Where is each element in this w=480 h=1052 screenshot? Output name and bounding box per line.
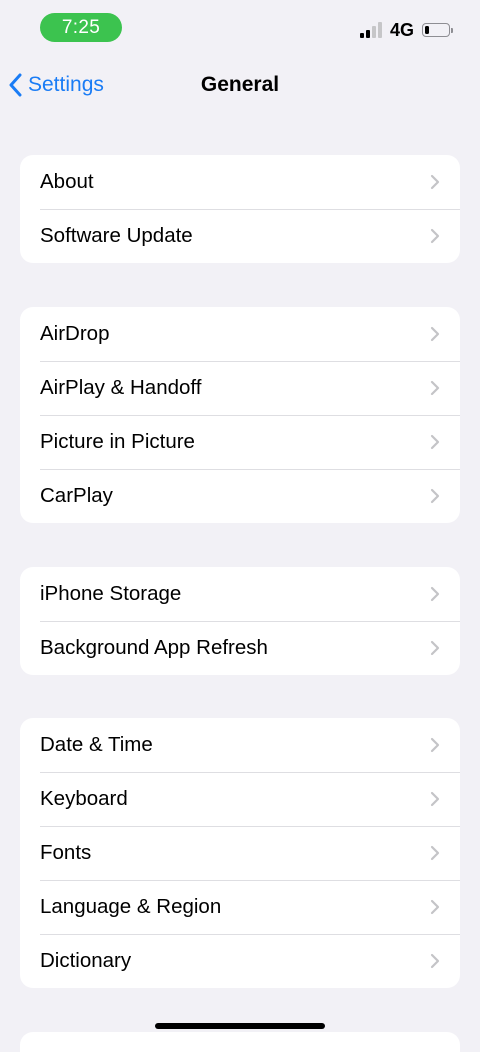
chevron-right-icon (430, 174, 440, 190)
settings-row-airdrop[interactable]: AirDrop (20, 307, 460, 361)
row-label: Dictionary (40, 949, 132, 972)
status-indicators: 4G (359, 20, 453, 40)
settings-row-software-update[interactable]: Software Update (20, 209, 460, 263)
settings-group-next (20, 1032, 460, 1052)
settings-group-connectivity: AirDrop AirPlay & Handoff Picture in Pic… (20, 307, 460, 523)
chevron-right-icon (430, 845, 440, 861)
chevron-right-icon (430, 488, 440, 504)
battery-icon (422, 23, 453, 37)
cellular-signal-icon (359, 22, 382, 38)
chevron-right-icon (430, 380, 440, 396)
settings-row-dictionary[interactable]: Dictionary (20, 934, 460, 988)
settings-row-keyboard[interactable]: Keyboard (20, 772, 460, 826)
settings-group-storage: iPhone Storage Background App Refresh (20, 567, 460, 675)
settings-group-locale: Date & Time Keyboard Fonts Language & Re… (20, 718, 460, 988)
settings-row-fonts[interactable]: Fonts (20, 826, 460, 880)
chevron-right-icon (430, 640, 440, 656)
row-label: AirPlay & Handoff (40, 376, 202, 399)
battery-level (425, 26, 429, 34)
network-type: 4G (389, 20, 414, 40)
settings-row-picture-in-picture[interactable]: Picture in Picture (20, 415, 460, 469)
chevron-right-icon (430, 228, 440, 244)
settings-group-about: About Software Update (20, 155, 460, 263)
settings-row-iphone-storage[interactable]: iPhone Storage (20, 567, 460, 621)
chevron-right-icon (430, 899, 440, 915)
row-label: About (40, 170, 94, 193)
row-label: Date & Time (40, 733, 153, 756)
chevron-right-icon (430, 737, 440, 753)
row-label: CarPlay (40, 484, 113, 507)
chevron-right-icon (430, 586, 440, 602)
settings-row-airplay-handoff[interactable]: AirPlay & Handoff (20, 361, 460, 415)
row-label: Software Update (40, 224, 193, 247)
row-label: Background App Refresh (40, 636, 268, 659)
settings-row-language-region[interactable]: Language & Region (20, 880, 460, 934)
row-label: iPhone Storage (40, 582, 182, 605)
chevron-right-icon (430, 434, 440, 450)
row-label: Language & Region (40, 895, 222, 918)
row-label: Fonts (40, 841, 92, 864)
row-label: AirDrop (40, 322, 110, 345)
navigation-bar: Settings General (0, 56, 480, 114)
settings-row-about[interactable]: About (20, 155, 460, 209)
row-label: Picture in Picture (40, 430, 195, 453)
status-time[interactable]: 7:25 (40, 13, 122, 42)
home-indicator[interactable] (155, 1023, 325, 1029)
chevron-right-icon (430, 953, 440, 969)
chevron-right-icon (430, 326, 440, 342)
row-label: Keyboard (40, 787, 128, 810)
status-bar: 7:25 4G (0, 0, 480, 56)
settings-row-date-time[interactable]: Date & Time (20, 718, 460, 772)
settings-row-background-app-refresh[interactable]: Background App Refresh (20, 621, 460, 675)
chevron-right-icon (430, 791, 440, 807)
settings-row-carplay[interactable]: CarPlay (20, 469, 460, 523)
page-title: General (200, 73, 280, 96)
